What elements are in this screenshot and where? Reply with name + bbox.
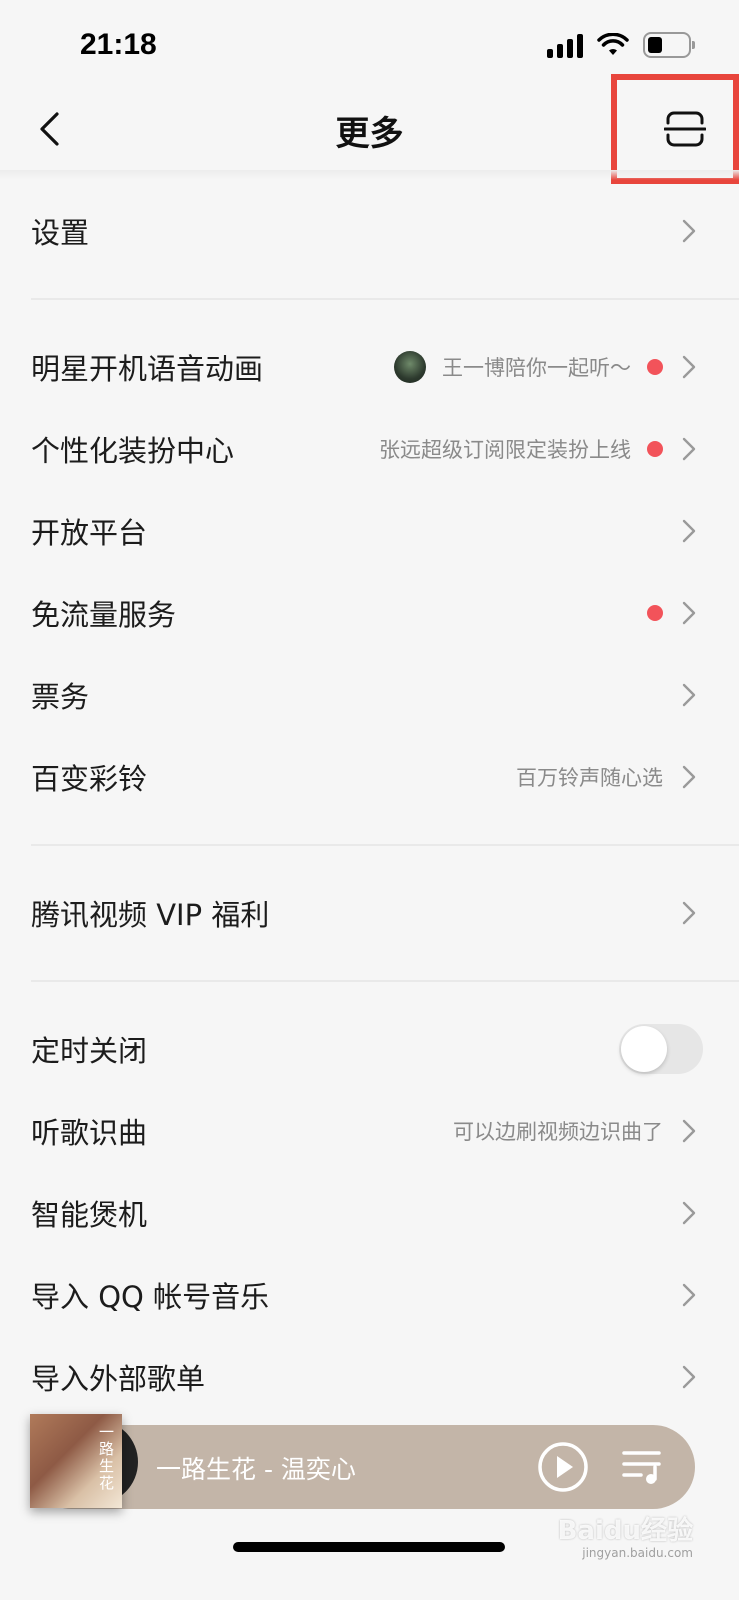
row-hint: 可以边刷视频边识曲了 — [453, 1120, 663, 1144]
chevron-right-icon — [679, 1282, 699, 1308]
chevron-right-icon — [679, 436, 699, 462]
sleep-timer-toggle[interactable] — [619, 1024, 703, 1074]
row-tickets[interactable]: 票务 — [0, 654, 739, 736]
chevron-right-icon — [679, 600, 699, 626]
playlist-button[interactable] — [620, 1445, 666, 1489]
play-circle-icon — [538, 1442, 588, 1492]
row-import-external-playlist[interactable]: 导入外部歌单 — [0, 1336, 739, 1418]
row-label: 设置 — [31, 216, 90, 250]
now-playing-title[interactable]: 一路生花 - 温奕心 — [156, 1450, 356, 1486]
nav-bar: 更多 — [0, 74, 739, 184]
chevron-right-icon — [679, 1118, 699, 1144]
scan-icon — [664, 111, 706, 147]
row-label: 票务 — [31, 680, 90, 714]
row-hint: 王一博陪你一起听～ — [442, 356, 631, 380]
home-indicator[interactable] — [233, 1542, 505, 1552]
row-label: 百变彩铃 — [31, 762, 148, 796]
row-ringtone[interactable]: 百变彩铃 百万铃声随心选 — [0, 736, 739, 818]
status-icons — [547, 32, 695, 58]
row-hint: 百万铃声随心选 — [516, 766, 663, 790]
row-settings[interactable]: 设置 — [0, 190, 739, 272]
star-avatar — [394, 351, 426, 383]
wifi-icon — [597, 33, 629, 55]
row-label: 腾讯视频 VIP 福利 — [31, 898, 270, 932]
album-cover-text: 一路生花 — [97, 1424, 115, 1492]
red-dot-badge — [647, 359, 663, 375]
nav-shadow — [0, 170, 739, 180]
chevron-right-icon — [679, 1364, 699, 1390]
chevron-right-icon — [679, 764, 699, 790]
row-personal-theme-center[interactable]: 个性化装扮中心 张远超级订阅限定装扮上线 — [0, 408, 739, 490]
red-dot-badge — [647, 605, 663, 621]
cellular-signal-icon — [547, 32, 583, 58]
status-time: 21:18 — [80, 28, 157, 61]
row-smart-burn-in[interactable]: 智能煲机 — [0, 1172, 739, 1254]
row-label: 个性化装扮中心 — [31, 434, 235, 468]
chevron-right-icon — [679, 354, 699, 380]
watermark-url: jingyan.baidu.com — [582, 1546, 693, 1560]
battery-icon — [643, 32, 695, 58]
watermark: Baidu经验 — [557, 1516, 693, 1546]
play-button[interactable] — [537, 1441, 589, 1493]
row-label: 明星开机语音动画 — [31, 352, 264, 386]
row-tencent-video-vip[interactable]: 腾讯视频 VIP 福利 — [0, 872, 739, 954]
chevron-right-icon — [679, 682, 699, 708]
row-hint: 张远超级订阅限定装扮上线 — [379, 438, 631, 462]
playlist-icon — [622, 1451, 661, 1484]
row-label: 免流量服务 — [31, 598, 177, 632]
row-sleep-timer: 定时关闭 — [0, 1008, 739, 1090]
chevron-right-icon — [679, 218, 699, 244]
chevron-right-icon — [679, 1200, 699, 1226]
row-free-data-service[interactable]: 免流量服务 — [0, 572, 739, 654]
row-star-boot-voice[interactable]: 明星开机语音动画 王一博陪你一起听～ — [0, 326, 739, 408]
chevron-right-icon — [679, 518, 699, 544]
scan-button[interactable] — [611, 74, 739, 184]
row-label: 导入外部歌单 — [31, 1362, 206, 1396]
row-import-qq-music[interactable]: 导入 QQ 帐号音乐 — [0, 1254, 739, 1336]
row-label: 听歌识曲 — [31, 1116, 148, 1150]
row-song-recognition[interactable]: 听歌识曲 可以边刷视频边识曲了 — [0, 1090, 739, 1172]
settings-list: 设置 明星开机语音动画 王一博陪你一起听～ 个性化装扮中心 张远超级订阅限定装扮… — [0, 190, 739, 1418]
row-label: 定时关闭 — [31, 1034, 148, 1068]
row-label: 导入 QQ 帐号音乐 — [31, 1280, 270, 1314]
row-label: 开放平台 — [31, 516, 148, 550]
red-dot-badge — [647, 441, 663, 457]
chevron-right-icon — [679, 900, 699, 926]
row-open-platform[interactable]: 开放平台 — [0, 490, 739, 572]
row-label: 智能煲机 — [31, 1198, 148, 1232]
